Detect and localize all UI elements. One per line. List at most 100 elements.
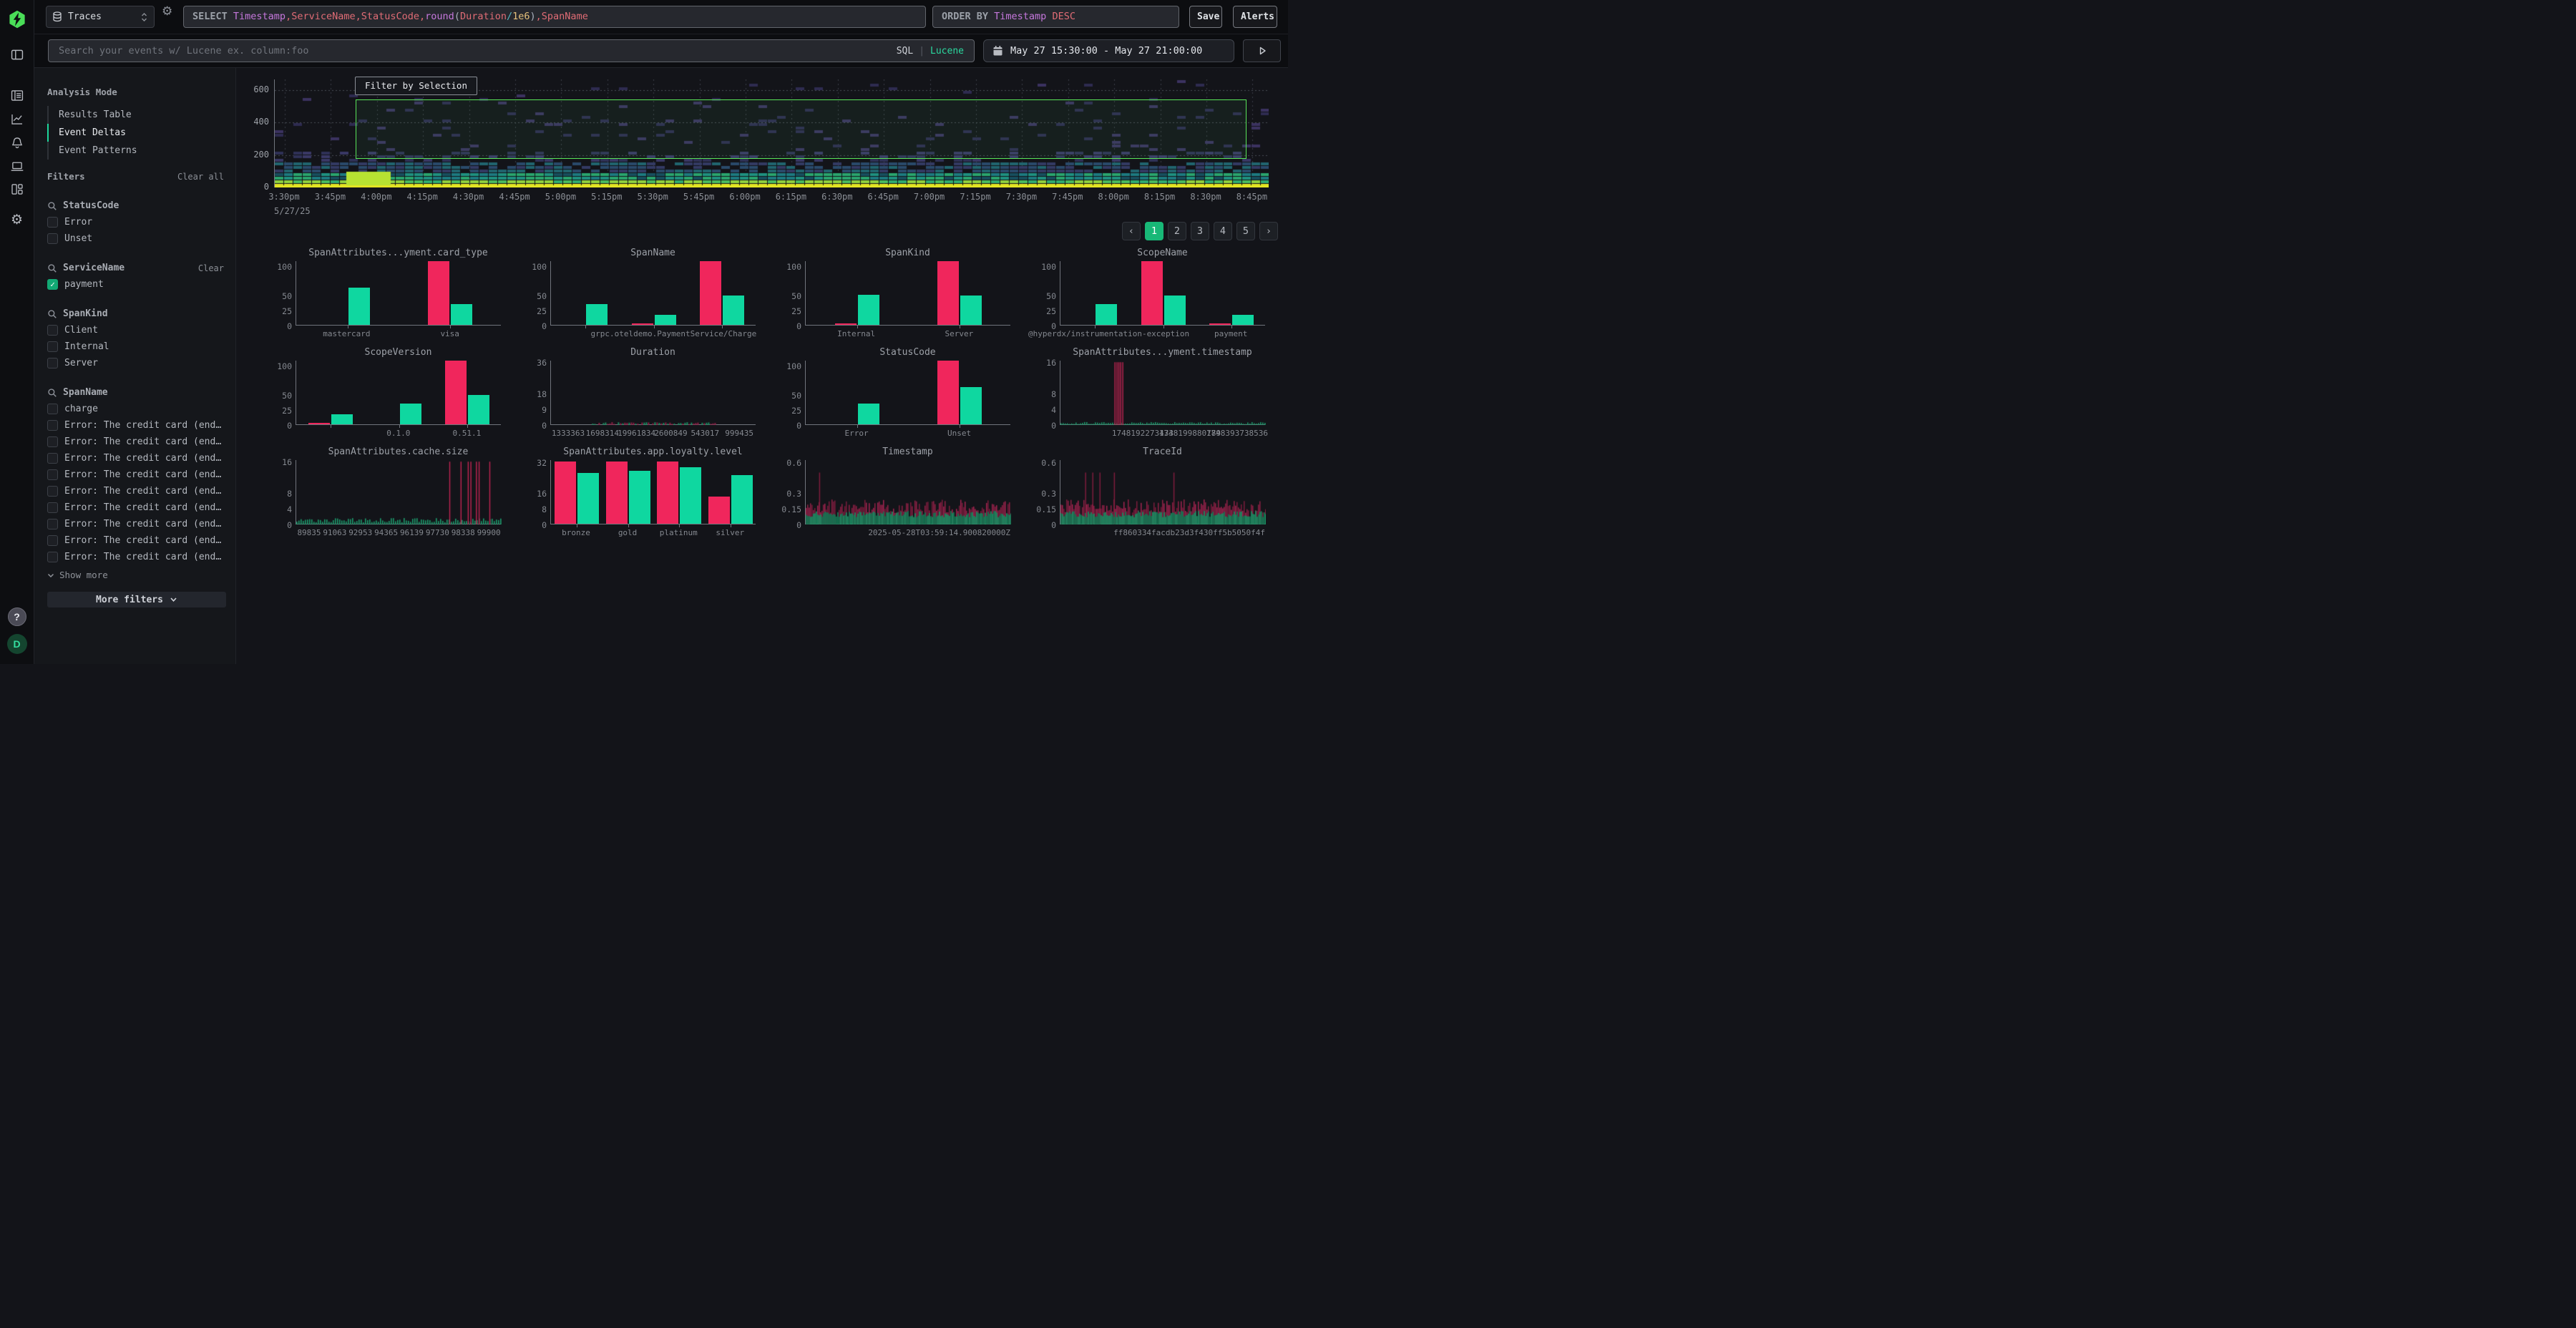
mini-chart-y-tick: 100 xyxy=(266,262,292,272)
lucene-mode-toggle[interactable]: Lucene xyxy=(930,46,964,57)
pager-page-4[interactable]: 4 xyxy=(1214,222,1232,240)
main-content: 6004002000 Filter by Selection 3:30pm3:4… xyxy=(236,68,1288,664)
checkbox-icon[interactable] xyxy=(47,453,58,464)
help-button[interactable]: ? xyxy=(8,607,26,626)
nav-event-log-button[interactable] xyxy=(9,88,24,103)
source-settings-gear-icon[interactable]: ⚙ xyxy=(162,4,172,19)
checkbox-icon[interactable] xyxy=(47,519,58,529)
mini-chart-y-tick: 0 xyxy=(776,421,801,431)
filter-option[interactable]: Error: The credit card (end… xyxy=(47,486,224,497)
clear-filter-button[interactable]: Clear xyxy=(198,263,224,273)
time-range-picker[interactable]: May 27 15:30:00 - May 27 21:00:00 xyxy=(983,39,1234,62)
mini-chart-x-label: 1748393738536 xyxy=(1206,429,1268,438)
mini-chart-title: StatusCode xyxy=(805,347,1010,358)
mini-chart-plot: 3618901333363169831419961834260084954301… xyxy=(550,361,756,425)
mini-chart-y-tick: 4 xyxy=(266,504,292,514)
mini-chart-bar xyxy=(1141,261,1163,325)
more-filters-button[interactable]: More filters xyxy=(47,592,226,607)
mini-chart-y-tick: 100 xyxy=(776,262,801,272)
laptop-icon xyxy=(9,159,24,174)
mini-chart-x-label: ff860334facdb23d3f430ff5b5050f4f xyxy=(1113,528,1265,537)
filter-option[interactable]: charge xyxy=(47,404,224,414)
code-token: round xyxy=(425,11,454,22)
search-input[interactable] xyxy=(59,45,897,57)
checkbox-icon[interactable] xyxy=(47,358,58,368)
alerts-button[interactable]: Alerts xyxy=(1233,6,1277,28)
checkbox-checked-icon[interactable]: ✓ xyxy=(47,279,58,290)
filter-option[interactable]: Error: The credit card (end… xyxy=(47,535,224,546)
mini-chart-x-label: gold xyxy=(618,528,638,537)
code-token: ORDER BY xyxy=(942,11,994,22)
checkbox-icon[interactable] xyxy=(47,486,58,497)
mini-chart-x-tick-mark xyxy=(857,425,858,428)
checkbox-icon[interactable] xyxy=(47,535,58,546)
pager-page-2[interactable]: 2 xyxy=(1168,222,1186,240)
filter-option[interactable]: Error: The credit card (end… xyxy=(47,453,224,464)
checkbox-icon[interactable] xyxy=(47,325,58,336)
filter-option[interactable]: Error: The credit card (end… xyxy=(47,502,224,513)
analysis-mode-item-event-patterns[interactable]: Event Patterns xyxy=(47,142,224,160)
checkbox-icon[interactable] xyxy=(47,469,58,480)
pager-page-3[interactable]: 3 xyxy=(1191,222,1209,240)
checkbox-icon[interactable] xyxy=(47,420,58,431)
filter-option-label: Unset xyxy=(64,233,92,244)
mini-chart-y-tick: 36 xyxy=(521,358,547,368)
filter-option[interactable]: Internal xyxy=(47,341,224,352)
pager-prev-button[interactable]: ‹ xyxy=(1122,222,1141,240)
sql-orderby-input[interactable]: ORDER BY Timestamp DESC xyxy=(932,6,1179,28)
sql-mode-toggle[interactable]: SQL xyxy=(897,46,913,57)
source-select[interactable]: Traces xyxy=(46,6,155,28)
mini-chart-canvas xyxy=(1060,361,1266,425)
heatmap-selection-box[interactable] xyxy=(356,99,1247,159)
mini-chart-bar xyxy=(348,288,370,326)
show-more-button[interactable]: Show more xyxy=(47,570,224,580)
nav-laptop-button[interactable] xyxy=(9,159,24,174)
filter-option[interactable]: Error: The credit card (end… xyxy=(47,519,224,529)
save-button[interactable]: Save xyxy=(1189,6,1222,28)
filter-option[interactable]: ✓payment xyxy=(47,279,224,290)
run-query-button[interactable] xyxy=(1243,39,1281,62)
filter-option[interactable]: Error: The credit card (end… xyxy=(47,436,224,447)
filter-option-label: Error: The credit card (end… xyxy=(64,502,221,513)
filter-option[interactable]: Unset xyxy=(47,233,224,244)
mini-chart-y-tick: 100 xyxy=(521,262,547,272)
heatmap-x-tick: 8:15pm xyxy=(1144,192,1175,202)
checkbox-icon[interactable] xyxy=(47,341,58,352)
heatmap-x-tick: 6:15pm xyxy=(776,192,806,202)
mini-chart-x-label: @hyperdx/instrumentation-exception xyxy=(1028,329,1189,338)
filter-option[interactable]: Error xyxy=(47,217,224,228)
filter-option[interactable]: Error: The credit card (end… xyxy=(47,469,224,480)
clear-all-filters-button[interactable]: Clear all xyxy=(177,172,224,182)
checkbox-icon[interactable] xyxy=(47,233,58,244)
checkbox-icon[interactable] xyxy=(47,502,58,513)
nav-panel-left-button[interactable] xyxy=(9,47,24,62)
mini-chart-bar xyxy=(1164,296,1186,325)
checkbox-icon[interactable] xyxy=(47,552,58,562)
filter-option[interactable]: Error: The credit card (end… xyxy=(47,420,224,431)
filter-option[interactable]: Client xyxy=(47,325,224,336)
mini-chart-plot: 10050250mastercardvisa xyxy=(296,261,501,326)
pager-page-5[interactable]: 5 xyxy=(1236,222,1255,240)
pager-next-button[interactable]: › xyxy=(1259,222,1278,240)
filter-option[interactable]: Server xyxy=(47,358,224,368)
mini-chart-y-tick: 0.3 xyxy=(776,489,801,499)
analysis-mode-item-event-deltas[interactable]: Event Deltas xyxy=(47,124,224,142)
checkbox-icon[interactable] xyxy=(47,436,58,447)
filter-option[interactable]: Error: The credit card (end… xyxy=(47,552,224,562)
user-avatar[interactable]: D xyxy=(7,634,27,654)
checkbox-icon[interactable] xyxy=(47,404,58,414)
mini-chart-x-tick-mark xyxy=(1095,326,1096,328)
pager-page-1[interactable]: 1 xyxy=(1145,222,1163,240)
nav-line-chart-button[interactable] xyxy=(9,112,24,127)
mini-chart-bar xyxy=(700,261,721,325)
nav-bell-button[interactable] xyxy=(9,135,24,150)
analysis-mode-item-results-table[interactable]: Results Table xyxy=(47,106,224,124)
events-heatmap[interactable] xyxy=(274,79,1268,187)
nav-gear-button[interactable]: ⚙ xyxy=(11,212,23,228)
sql-select-input[interactable]: SELECT Timestamp,ServiceName,StatusCode,… xyxy=(183,6,926,28)
left-nav-rail: ⚙ ? D xyxy=(0,0,34,664)
nav-logo[interactable] xyxy=(8,10,26,29)
nav-dashboard-button[interactable] xyxy=(9,182,24,197)
code-token: 1e6 xyxy=(512,11,530,22)
checkbox-icon[interactable] xyxy=(47,217,58,228)
